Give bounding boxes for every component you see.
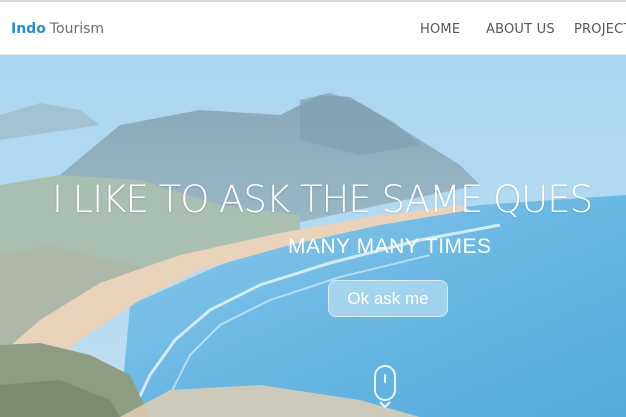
ok-ask-me-button[interactable]: Ok ask me xyxy=(328,280,448,317)
mouse-wheel-icon xyxy=(384,374,386,383)
hero-headline: I LIKE TO ASK THE SAME QUES xyxy=(52,178,593,221)
navbar: Indo Tourism HOME ABOUT US PROJECT xyxy=(0,2,626,55)
nav-link-about-us[interactable]: ABOUT US xyxy=(486,22,555,38)
nav-link-home[interactable]: HOME xyxy=(420,22,460,38)
brand-secondary-text: Tourism xyxy=(49,21,105,37)
mouse-scroll-icon[interactable] xyxy=(374,365,396,401)
hero-section: I LIKE TO ASK THE SAME QUES MANY MANY TI… xyxy=(0,55,626,417)
chevron-down-icon xyxy=(379,401,391,409)
hero-subline: MANY MANY TIMES xyxy=(288,235,492,258)
brand-logo[interactable]: Indo Tourism xyxy=(11,20,104,38)
nav-link-projects[interactable]: PROJECT xyxy=(574,22,626,38)
brand-primary-text: Indo xyxy=(11,21,46,37)
